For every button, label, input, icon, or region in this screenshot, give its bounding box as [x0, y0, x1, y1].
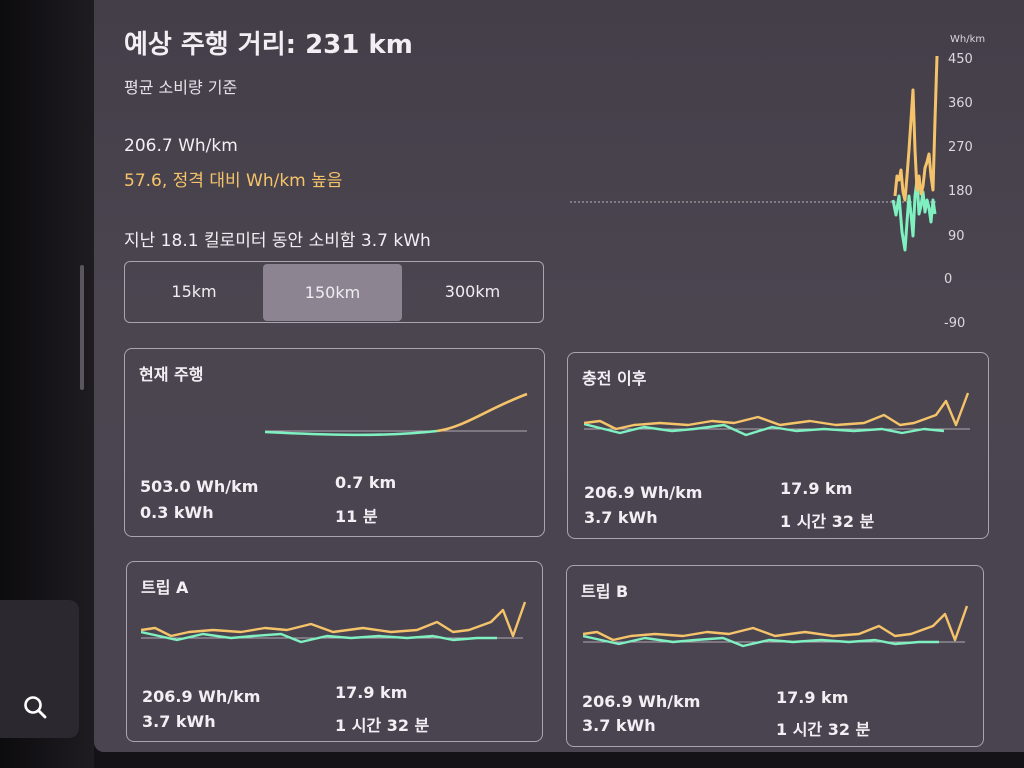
consumption-line-above	[893, 55, 939, 202]
range-option-15km[interactable]: 15km	[125, 262, 263, 321]
card-title: 현재 주행	[139, 365, 204, 384]
tick-label: 360	[948, 96, 973, 111]
time-value: 1 시간 32 분	[780, 512, 875, 531]
tick-label: 180	[948, 184, 973, 199]
time-value: 11 분	[335, 507, 378, 526]
trip-b-sparkline	[583, 605, 969, 648]
energy-value: 3.7 kWh	[582, 716, 656, 735]
tick-label: 270	[948, 140, 973, 155]
energy-value: 0.3 kWh	[140, 503, 214, 522]
trip-a-sparkline	[141, 601, 527, 644]
consumption-value: 206.9 Wh/km	[584, 483, 703, 502]
range-basis-label: 평균 소비량 기준	[124, 78, 238, 97]
rated-delta: 57.6, 정격 대비 Wh/km 높음	[124, 171, 343, 191]
distance-value: 17.9 km	[776, 688, 849, 707]
distance-value: 17.9 km	[335, 683, 408, 702]
search-button[interactable]	[0, 600, 79, 738]
consumption-line-below	[891, 178, 937, 252]
card-title: 트립 B	[581, 582, 629, 601]
since-charge-card[interactable]: 충전 이후 206.9 Wh/km 3.7 kWh 17.9 km 1 시간 3…	[567, 352, 989, 539]
card-title: 충전 이후	[582, 369, 647, 388]
card-title: 트립 A	[141, 578, 189, 597]
unit-label: Wh/km	[950, 34, 985, 45]
current-drive-card[interactable]: 현재 주행 503.0 Wh/km 0.3 kWh 0.7 km 11 분	[124, 348, 545, 537]
range-option-300km[interactable]: 300km	[402, 262, 543, 321]
left-sidebar	[0, 0, 94, 768]
consumption-value: 206.9 Wh/km	[582, 692, 701, 711]
energy-value: 3.7 kWh	[142, 712, 216, 731]
energy-value: 3.7 kWh	[584, 508, 658, 527]
consumption-chart: Wh/km 450 360 270 180 90 0 -90	[570, 34, 985, 331]
search-icon	[24, 696, 47, 719]
tick-label: -90	[944, 316, 965, 331]
page-title: 예상 주행 거리: 231 km	[124, 30, 413, 60]
time-value: 1 시간 32 분	[335, 716, 430, 735]
tick-label: 0	[944, 272, 952, 287]
consumed-summary: 지난 18.1 킬로미터 동안 소비함 3.7 kWh	[124, 231, 431, 251]
consumption-value: 503.0 Wh/km	[140, 477, 259, 496]
trip-a-card[interactable]: 트립 A 206.9 Wh/km 3.7 kWh 17.9 km 1 시간 32…	[126, 561, 543, 742]
consumption-value: 206.9 Wh/km	[142, 687, 261, 706]
range-selector: 15km 150km 300km	[124, 261, 544, 323]
trip-b-card[interactable]: 트립 B 206.9 Wh/km 3.7 kWh 17.9 km 1 시간 32…	[566, 565, 984, 747]
distance-value: 0.7 km	[335, 473, 397, 492]
range-option-150km[interactable]: 150km	[263, 264, 402, 321]
current-drive-sparkline	[265, 392, 528, 437]
scrollbar-thumb[interactable]	[80, 265, 84, 390]
tick-label: 450	[948, 52, 973, 67]
since-charge-sparkline	[584, 392, 970, 437]
distance-value: 17.9 km	[780, 479, 853, 498]
tick-label: 90	[948, 229, 965, 244]
average-consumption: 206.7 Wh/km	[124, 136, 238, 156]
time-value: 1 시간 32 분	[776, 720, 871, 739]
